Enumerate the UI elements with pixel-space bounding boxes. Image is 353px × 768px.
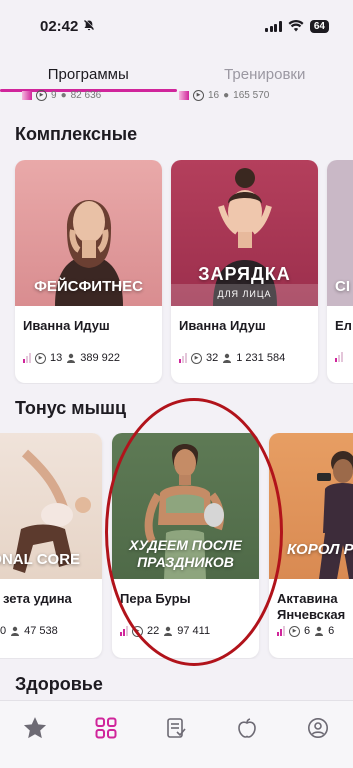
signal-icon [265, 20, 282, 32]
card-overlay-title: ЗАРЯДКА [198, 264, 291, 284]
nav-favorites[interactable] [18, 711, 52, 745]
user-count: 389 922 [80, 352, 121, 364]
card-author: Ел Пр [335, 318, 353, 333]
user-count: 1 231 584 [236, 352, 286, 364]
card-stats: ▶ 32 1 231 584 [171, 346, 318, 372]
section-title-health: Здоровье [15, 674, 103, 694]
program-cover-image: TIONAL CORE [0, 433, 102, 579]
card-author: Иванна Идуш [179, 318, 266, 333]
nav-plan[interactable] [159, 711, 193, 745]
bell-off-icon [83, 18, 95, 34]
apple-icon [238, 718, 256, 738]
checklist-icon [167, 718, 187, 738]
difficulty-level-icon [120, 626, 128, 636]
program-card-morning-face[interactable]: ЗАРЯДКА ДЛЯ ЛИЦА Иванна Идуш ▶ 32 1 231 … [171, 160, 318, 383]
card-stats: ▶ 22 97 411 [112, 619, 259, 645]
nav-profile[interactable] [301, 711, 335, 745]
user-count: 6 [328, 625, 335, 637]
card-stats: ▶ 13 389 922 [15, 346, 162, 372]
user-icon [223, 353, 232, 363]
card-stats [327, 346, 353, 370]
workout-count: 0 [0, 625, 7, 637]
play-icon: ▶ [35, 352, 46, 364]
user-icon [315, 626, 324, 636]
user-icon [67, 353, 76, 363]
program-card-lose-weight-after-holidays[interactable]: ХУДЕЕМ ПОСЛЕ ПРАЗДНИКОВ Пера Буры ▶ 22 9… [112, 433, 259, 658]
workout-count: 32 [206, 352, 219, 364]
scrolled-stats-row: ▶ 9 ● 82 636 ▶ 16 ● 165 570 [0, 88, 353, 102]
user-count: 97 411 [177, 625, 211, 637]
card-overlay-title: TIONAL CORE [0, 551, 81, 568]
card-author: Иванна Идуш [23, 318, 110, 333]
user-icon: ● [60, 89, 67, 101]
grid-icon [95, 717, 117, 739]
complex-carousel[interactable]: ФЕЙСФИТНЕС Иванна Идуш ▶ 13 389 922 ЗАРЯ… [0, 160, 353, 384]
user-icon [11, 626, 20, 636]
user-count: 47 538 [24, 625, 58, 637]
battery-indicator: 64 [309, 19, 329, 33]
difficulty-level-icon [179, 353, 187, 363]
workout-count: 22 [147, 625, 160, 637]
muscle-tone-carousel[interactable]: TIONAL CORE зета удина 0 47 538 ХУДЕЕМ П… [0, 433, 353, 659]
difficulty-level-icon [277, 626, 285, 636]
nav-programs[interactable] [89, 711, 123, 745]
card-author: зета удина [3, 591, 72, 606]
program-card-facefitness[interactable]: ФЕЙСФИТНЕС Иванна Идуш ▶ 13 389 922 [15, 160, 162, 383]
user-count: 165 570 [233, 89, 270, 101]
difficulty-level-icon [335, 352, 343, 362]
program-cover-image: КОРОЛ РИН [269, 433, 353, 579]
card-stats: 0 47 538 [0, 619, 102, 645]
nav-nutrition[interactable] [230, 711, 264, 745]
play-icon: ▶ [289, 625, 300, 637]
workout-count: 16 [208, 89, 220, 101]
program-card-functional-core[interactable]: TIONAL CORE зета удина 0 47 538 [0, 433, 102, 658]
program-card-partial[interactable]: СІ Ел Пр [327, 160, 353, 383]
card-overlay-title: ХУДЕЕМ ПОСЛЕ ПРАЗДНИКОВ [129, 537, 242, 570]
program-cover-image: ФЕЙСФИТНЕС [15, 160, 162, 306]
card-overlay-title: КОРОЛ РИН [287, 541, 353, 558]
workout-count: 13 [50, 352, 63, 364]
section-title-muscle-tone: Тонус мышц [15, 398, 127, 418]
status-time: 02:42 [40, 17, 79, 35]
level-icon [22, 90, 32, 100]
program-card-queen[interactable]: КОРОЛ РИН Актавина Янчевская ▶ 6 6 [269, 433, 353, 658]
bottom-navigation [0, 700, 353, 768]
workout-count: 6 [304, 625, 311, 637]
play-icon: ▶ [132, 625, 143, 637]
card-author: Пера Буры [120, 591, 191, 606]
workout-count: 9 [51, 89, 57, 101]
card-overlay-subtitle: ДЛЯ ЛИЦА [217, 289, 272, 299]
difficulty-level-icon [23, 353, 31, 363]
user-count: 82 636 [70, 89, 102, 101]
program-cover-image: ЗАРЯДКА ДЛЯ ЛИЦА [171, 160, 318, 306]
user-icon [164, 626, 173, 636]
user-icon: ● [223, 89, 230, 101]
level-icon [179, 90, 189, 100]
program-cover-image: СІ [327, 160, 353, 306]
card-author: Актавина Янчевская [277, 591, 346, 622]
program-cover-image: ХУДЕЕМ ПОСЛЕ ПРАЗДНИКОВ [112, 433, 259, 579]
star-icon [24, 717, 47, 739]
card-overlay-title: ФЕЙСФИТНЕС [34, 278, 143, 295]
play-icon: ▶ [193, 89, 204, 101]
play-icon: ▶ [36, 89, 47, 101]
status-bar: 02:42 64 [0, 0, 353, 52]
wifi-icon [288, 20, 304, 32]
play-icon: ▶ [191, 352, 202, 364]
profile-icon [307, 718, 328, 738]
card-overlay-title: СІ [335, 278, 350, 295]
section-title-complex: Комплексные [15, 124, 138, 144]
